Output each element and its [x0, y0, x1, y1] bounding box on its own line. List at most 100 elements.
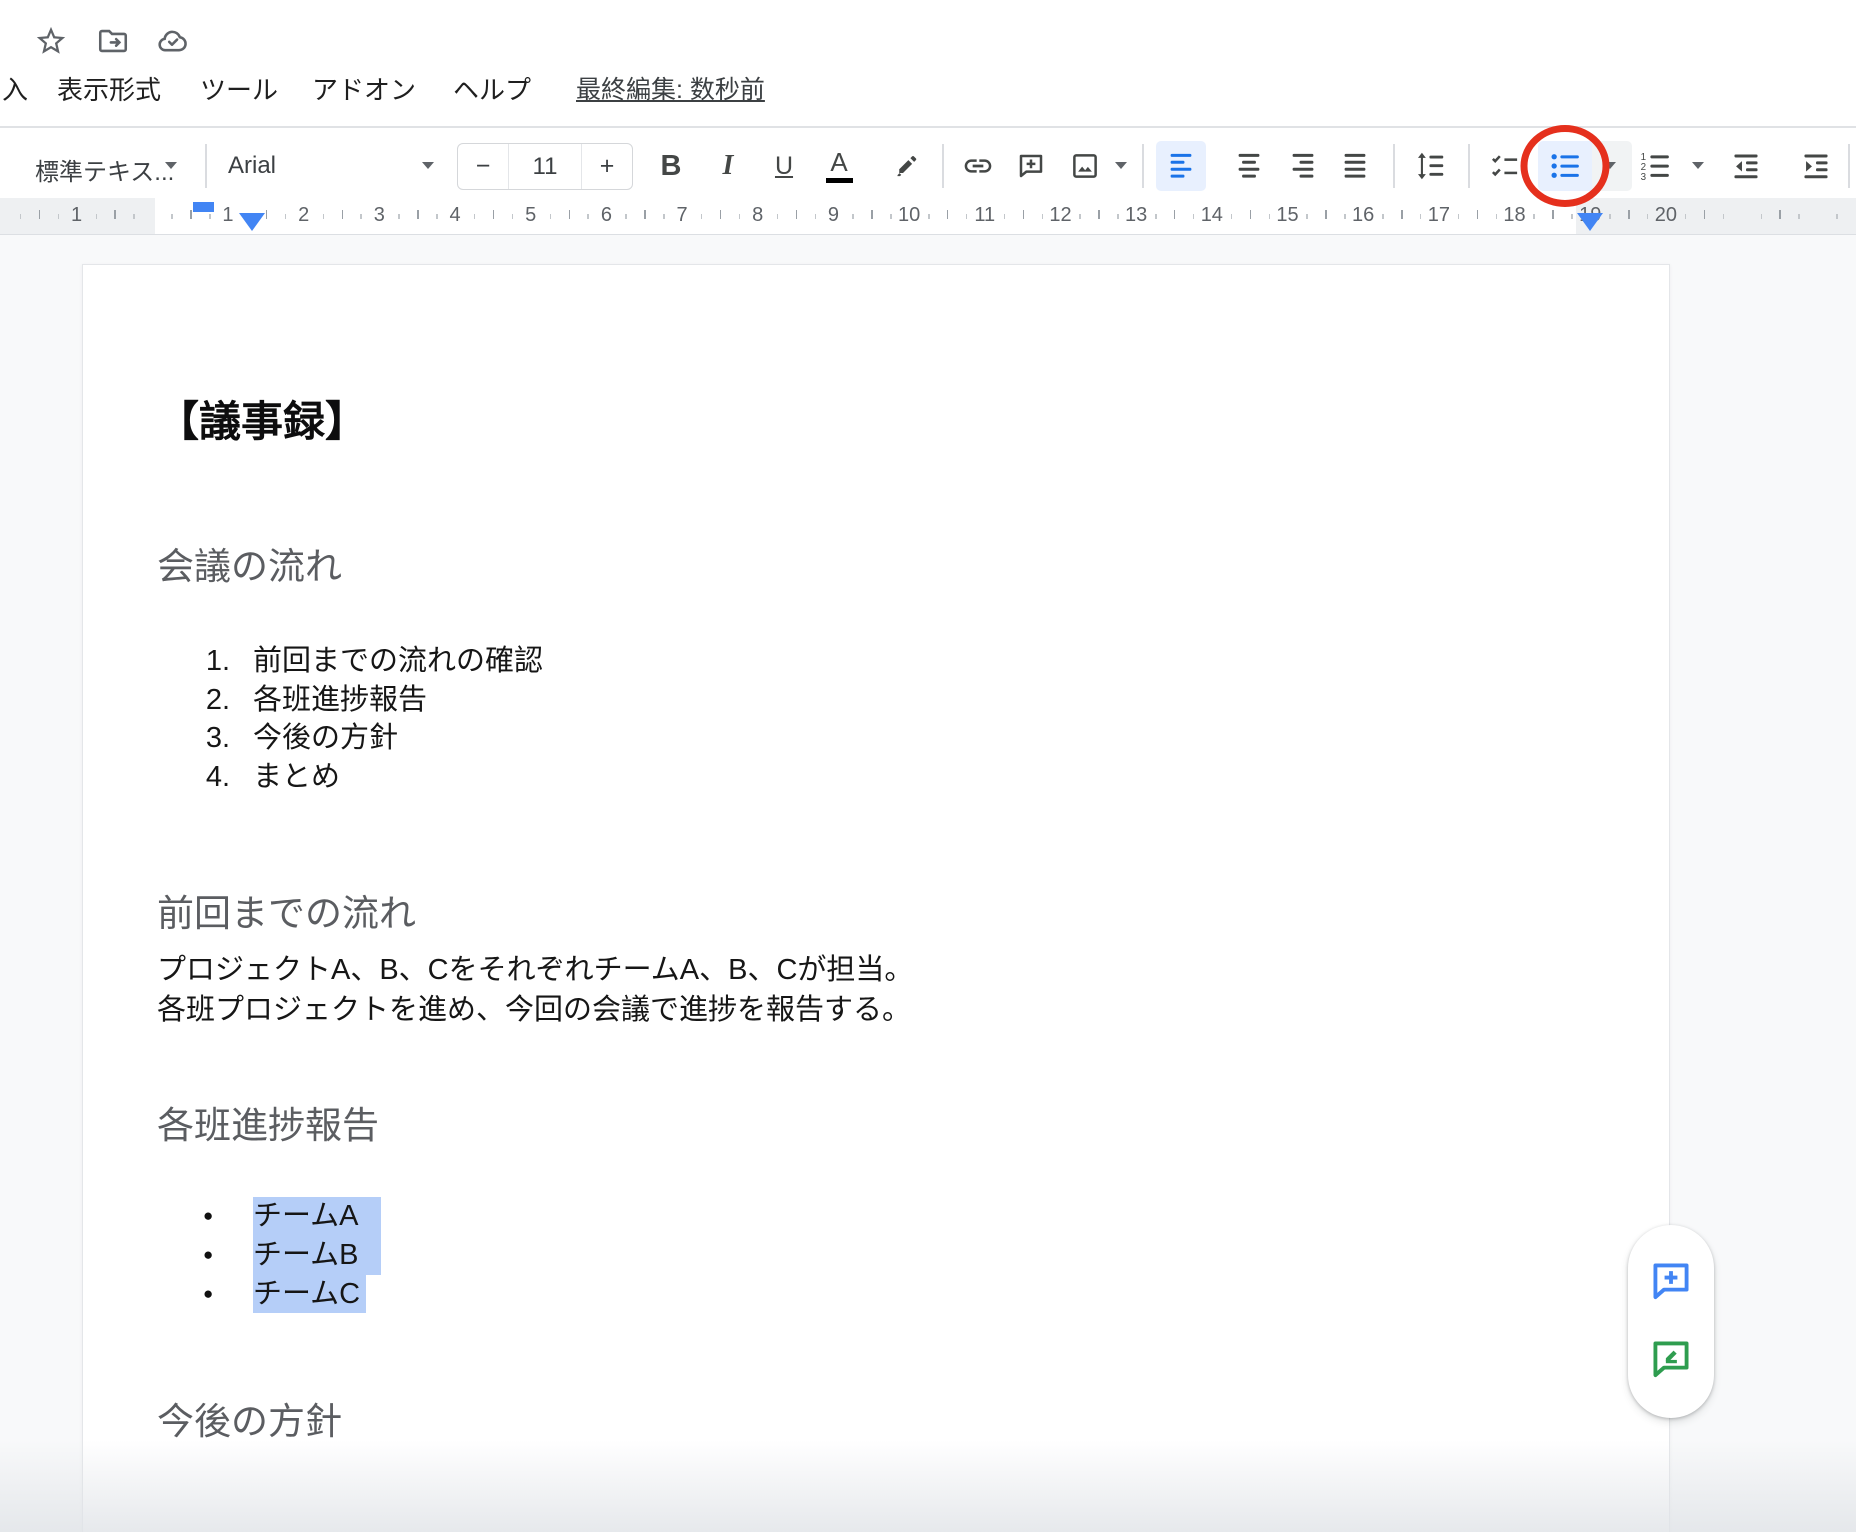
- ruler-tick: [1098, 210, 1100, 219]
- ruler-tick: [417, 210, 419, 219]
- bold-button[interactable]: B: [647, 142, 695, 190]
- heading-agenda[interactable]: 会議の流れ: [157, 536, 342, 590]
- add-comment-button[interactable]: [1007, 142, 1055, 190]
- list-item-text[interactable]: 今後の方針: [253, 719, 398, 758]
- list-item[interactable]: 1.前回までの流れの確認: [0, 642, 1600, 681]
- ruler-tick: [360, 214, 362, 219]
- font-dropdown[interactable]: Arial: [228, 152, 276, 180]
- right-indent-marker[interactable]: [1577, 213, 1603, 231]
- selected-list-item-text[interactable]: チームC: [253, 1275, 366, 1314]
- menu-insert-partial[interactable]: 入: [2, 70, 28, 107]
- ruler-tick: [1269, 214, 1271, 219]
- ruler-tick: [890, 214, 892, 219]
- last-edit-link[interactable]: 最終編集: 数秒前: [576, 70, 765, 106]
- bullet-glyph: ●: [203, 1197, 213, 1236]
- align-justify-button[interactable]: [1331, 142, 1379, 190]
- first-line-indent-marker[interactable]: [193, 202, 214, 212]
- ruler-number: 13: [1123, 204, 1149, 227]
- font-size-input[interactable]: 11: [508, 144, 582, 189]
- list-item[interactable]: 3.今後の方針: [0, 719, 1600, 758]
- list-item-text[interactable]: 前回までの流れの確認: [253, 642, 543, 681]
- ruler-tick: [114, 210, 116, 219]
- paragraph-line[interactable]: プロジェクトA、B、CをそれぞれチームA、B、Cが担当。: [157, 946, 913, 988]
- text-color-button[interactable]: A: [815, 142, 863, 190]
- ruler-tick: [342, 210, 344, 219]
- selected-list-item-text[interactable]: チームA: [253, 1197, 381, 1236]
- list-item[interactable]: 2.各班進捗報告: [0, 681, 1600, 720]
- chevron-down-icon[interactable]: [422, 162, 434, 169]
- ruler[interactable]: 11234567891011121314151617181920: [0, 198, 1856, 235]
- list-item[interactable]: ● チームA: [0, 1197, 1600, 1236]
- agenda-numbered-list[interactable]: 1.前回までの流れの確認2.各班進捗報告3.今後の方針4.まとめ: [0, 642, 1600, 796]
- ruler-tick: [1609, 214, 1611, 219]
- italic-button[interactable]: I: [704, 142, 752, 190]
- ruler-tick: [966, 214, 968, 219]
- heading-policy[interactable]: 今後の方針: [157, 1391, 342, 1445]
- chevron-down-icon[interactable]: [1604, 162, 1616, 169]
- doc-title[interactable]: 【議事録】: [157, 388, 367, 449]
- suggest-edits-floating-button[interactable]: [1649, 1337, 1693, 1381]
- list-item-text[interactable]: 各班進捗報告: [253, 681, 427, 720]
- menu-addons[interactable]: アドオン: [312, 70, 416, 107]
- numbered-list-button[interactable]: 123: [1631, 142, 1679, 190]
- list-item-text[interactable]: まとめ: [253, 758, 340, 797]
- ruler-tick: [1325, 210, 1327, 219]
- menu-tools[interactable]: ツール: [200, 70, 278, 107]
- ruler-tick: [701, 214, 703, 219]
- team-bulleted-list[interactable]: ● チームA●チームB●チームC: [0, 1197, 1600, 1313]
- ruler-tick: [266, 210, 268, 219]
- ruler-tick: [852, 214, 854, 219]
- ruler-tick: [625, 214, 627, 219]
- ruler-number: 10: [896, 204, 922, 227]
- ruler-tick: [1477, 210, 1479, 219]
- list-item[interactable]: ●チームB: [0, 1236, 1600, 1275]
- ruler-tick: [1174, 210, 1176, 219]
- chevron-down-icon[interactable]: [165, 162, 177, 169]
- ruler-tick: [663, 214, 665, 219]
- toolbar-divider: [205, 144, 207, 188]
- decrease-font-size-button[interactable]: −: [458, 144, 508, 189]
- ruler-tick: [20, 214, 22, 219]
- ruler-number: 8: [745, 204, 771, 227]
- move-folder-icon[interactable]: [96, 24, 130, 58]
- ruler-tick: [1042, 214, 1044, 219]
- increase-indent-button[interactable]: [1792, 142, 1840, 190]
- paragraph-style-dropdown[interactable]: 標準テキス...: [35, 152, 174, 187]
- toolbar-divider: [1142, 144, 1144, 188]
- ruler-tick: [1779, 210, 1781, 219]
- text-color-bar: [826, 178, 853, 183]
- ruler-tick: [1117, 214, 1119, 219]
- chevron-down-icon[interactable]: [1692, 162, 1704, 169]
- star-icon[interactable]: [34, 24, 68, 58]
- heading-progress[interactable]: 各班進捗報告: [157, 1095, 379, 1149]
- left-indent-marker[interactable]: [239, 213, 265, 231]
- insert-link-button[interactable]: [954, 142, 1002, 190]
- line-spacing-button[interactable]: [1406, 142, 1454, 190]
- insert-image-button[interactable]: [1061, 142, 1109, 190]
- align-left-button[interactable]: [1157, 142, 1205, 190]
- paragraph-line[interactable]: 各班プロジェクトを進め、今回の会議で進捗を報告する。: [157, 986, 911, 1028]
- cloud-check-icon[interactable]: [156, 24, 190, 58]
- list-item[interactable]: 4.まとめ: [0, 758, 1600, 797]
- align-right-button[interactable]: [1279, 142, 1327, 190]
- checklist-button[interactable]: [1481, 142, 1529, 190]
- ruler-tick: [739, 214, 741, 219]
- add-comment-floating-button[interactable]: [1649, 1259, 1693, 1303]
- underline-button[interactable]: U: [760, 142, 808, 190]
- bulleted-list-button[interactable]: [1541, 142, 1589, 190]
- menu-help[interactable]: ヘルプ: [453, 70, 531, 107]
- menu-format[interactable]: 表示形式: [57, 70, 161, 107]
- increase-font-size-button[interactable]: +: [582, 144, 632, 189]
- chevron-down-icon[interactable]: [1115, 162, 1127, 169]
- ruler-number: 15: [1275, 204, 1301, 227]
- ruler-tick: [1496, 214, 1498, 219]
- list-item[interactable]: ●チームC: [0, 1275, 1600, 1314]
- decrease-indent-button[interactable]: [1722, 142, 1770, 190]
- align-center-button[interactable]: [1225, 142, 1273, 190]
- ruler-tick: [1155, 214, 1157, 219]
- selected-list-item-text[interactable]: チームB: [253, 1236, 381, 1275]
- ruler-tick: [58, 214, 60, 219]
- ruler-tick: [323, 214, 325, 219]
- heading-previous[interactable]: 前回までの流れ: [157, 883, 416, 937]
- highlight-color-button[interactable]: [882, 142, 930, 190]
